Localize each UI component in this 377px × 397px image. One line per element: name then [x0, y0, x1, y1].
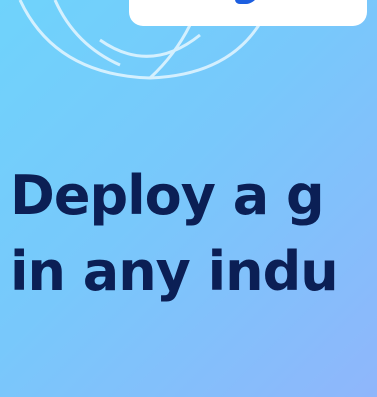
headline-line-1: Deploy a g [10, 164, 325, 227]
hero-headline: Deploy a g in any indu [10, 158, 339, 310]
card-brand-mark [232, 0, 258, 4]
headline-line-2: in any indu [10, 240, 339, 303]
white-card [129, 0, 367, 26]
